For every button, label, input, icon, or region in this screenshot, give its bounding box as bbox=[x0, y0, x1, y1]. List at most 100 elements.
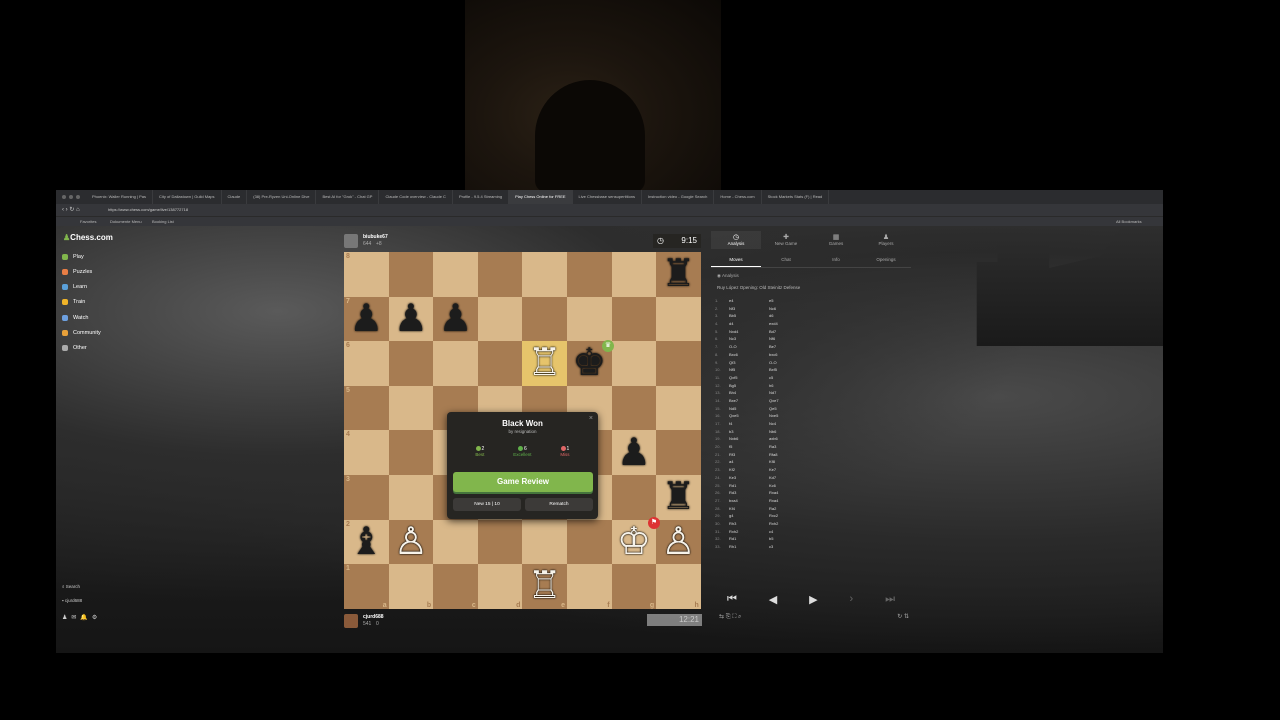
move-row[interactable]: 9. Qf3 O-O bbox=[715, 359, 905, 367]
square-b7[interactable]: ♟ bbox=[388, 296, 434, 342]
move-san[interactable]: Rd3 bbox=[729, 489, 769, 497]
prev-move-button[interactable]: ◀ bbox=[769, 593, 777, 606]
move-san[interactable]: Nc6 bbox=[769, 305, 809, 313]
move-row[interactable]: 4. d4 exd4 bbox=[715, 320, 905, 328]
sidebar-item-watch[interactable]: Watch bbox=[62, 315, 88, 321]
sidebar-bottom-icons[interactable]: ♟✉🔔⚙ bbox=[62, 614, 101, 621]
move-san[interactable]: Qxe5 bbox=[729, 412, 769, 420]
move-san[interactable]: bxa4 bbox=[729, 497, 769, 505]
move-san[interactable]: Qxf5 bbox=[729, 374, 769, 382]
move-san[interactable]: Rxa4 bbox=[769, 497, 809, 505]
analysis-toggle[interactable]: ◉ Analysis bbox=[717, 273, 739, 279]
window-controls[interactable] bbox=[62, 195, 80, 199]
square-c2[interactable] bbox=[433, 519, 478, 565]
black-piece-icon[interactable]: ♜ bbox=[661, 255, 695, 293]
move-san[interactable]: f5 bbox=[729, 443, 769, 451]
move-san[interactable]: Nc3 bbox=[729, 335, 769, 343]
move-san[interactable]: c5 bbox=[769, 374, 809, 382]
move-san[interactable]: e5 bbox=[769, 297, 809, 305]
white-piece-icon[interactable]: ♖ bbox=[528, 344, 562, 382]
tab-chat[interactable]: Chat bbox=[761, 253, 811, 267]
move-row[interactable]: 17. f4 Nc4 bbox=[715, 420, 905, 428]
move-san[interactable]: b5 bbox=[769, 535, 809, 543]
move-san[interactable]: Bxf5 bbox=[769, 366, 809, 374]
move-row[interactable]: 13. Bh4 Nd7 bbox=[715, 389, 905, 397]
move-san[interactable]: axb6 bbox=[769, 435, 809, 443]
chess-logo[interactable]: ♟Chess.com bbox=[63, 233, 113, 242]
browser-tab[interactable]: Best AI for "Grok" - Chat GP bbox=[316, 190, 380, 204]
move-san[interactable]: c3 bbox=[769, 543, 809, 551]
square-d1[interactable]: d bbox=[477, 564, 523, 609]
move-san[interactable]: Rd1 bbox=[729, 482, 769, 490]
square-f1[interactable]: f bbox=[566, 564, 612, 609]
sidebar-item-learn[interactable]: Learn bbox=[62, 284, 87, 290]
address-bar[interactable]: ‹ › ↻ ⌂ https://www.chess.com/game/live/… bbox=[56, 204, 1163, 216]
square-e6[interactable]: ♖ bbox=[522, 341, 567, 386]
bookmark-item[interactable]: Favorites bbox=[80, 219, 96, 224]
square-c8[interactable] bbox=[433, 252, 478, 297]
move-san[interactable]: Nc4 bbox=[769, 420, 809, 428]
url-text[interactable]: https://www.chess.com/game/live/13877271… bbox=[108, 207, 188, 212]
square-f7[interactable] bbox=[566, 296, 612, 342]
move-san[interactable]: Ra2 bbox=[769, 505, 809, 513]
move-san[interactable]: Bxe7 bbox=[729, 397, 769, 405]
move-san[interactable]: exd4 bbox=[769, 320, 809, 328]
move-row[interactable]: 31. Rxh2 c4 bbox=[715, 528, 905, 536]
move-san[interactable]: Qe5 bbox=[769, 405, 809, 413]
move-row[interactable]: 3. Bb5 d6 bbox=[715, 312, 905, 320]
square-d6[interactable] bbox=[477, 341, 523, 386]
move-row[interactable]: 32. Rd1 b5 bbox=[715, 535, 905, 543]
move-row[interactable]: 23. Kf2 Ke7 bbox=[715, 466, 905, 474]
move-san[interactable]: Rh3 bbox=[729, 520, 769, 528]
move-san[interactable]: Rxh2 bbox=[769, 520, 809, 528]
move-san[interactable]: Kf2 bbox=[729, 466, 769, 474]
move-row[interactable]: 19. Nxb6 axb6 bbox=[715, 435, 905, 443]
new-game-button[interactable]: New 15 | 10 bbox=[453, 498, 521, 511]
sidebar-item-puzzles[interactable]: Puzzles bbox=[62, 269, 92, 275]
move-san[interactable]: Be7 bbox=[769, 343, 809, 351]
top-player-name[interactable]: biubuke67 bbox=[363, 234, 388, 240]
move-san[interactable]: Rd1 bbox=[729, 535, 769, 543]
move-row[interactable]: 7. O-O Be7 bbox=[715, 343, 905, 351]
black-piece-icon[interactable]: ♟ bbox=[394, 300, 428, 338]
game-review-button[interactable]: Game Review bbox=[453, 472, 593, 492]
square-f8[interactable] bbox=[566, 252, 612, 297]
square-a6[interactable]: 6 bbox=[344, 341, 389, 386]
square-e8[interactable] bbox=[522, 252, 567, 297]
move-san[interactable]: O-O bbox=[769, 359, 809, 367]
move-san[interactable]: Kf8 bbox=[769, 458, 809, 466]
square-d2[interactable] bbox=[477, 519, 523, 565]
square-b2[interactable]: ♙ bbox=[388, 519, 434, 565]
move-san[interactable]: Bxc6 bbox=[729, 351, 769, 359]
square-a5[interactable]: 5 bbox=[344, 385, 389, 431]
square-b6[interactable] bbox=[388, 341, 434, 386]
move-row[interactable]: 27. bxa4 Rxa4 bbox=[715, 497, 905, 505]
square-b1[interactable]: b bbox=[388, 564, 434, 609]
maximize-window-icon[interactable] bbox=[76, 195, 80, 199]
rematch-button[interactable]: Rematch bbox=[525, 498, 593, 511]
move-san[interactable]: Ke3 bbox=[729, 474, 769, 482]
move-row[interactable]: 6. Nc3 Nf6 bbox=[715, 335, 905, 343]
move-san[interactable]: Rxh2 bbox=[729, 528, 769, 536]
move-san[interactable]: f4 bbox=[729, 420, 769, 428]
move-san[interactable]: Bh4 bbox=[729, 389, 769, 397]
move-row[interactable]: 10. Nf5 Bxf5 bbox=[715, 366, 905, 374]
move-san[interactable]: Kd7 bbox=[769, 474, 809, 482]
square-b5[interactable] bbox=[388, 385, 434, 431]
move-san[interactable]: b3 bbox=[729, 428, 769, 436]
sidebar-item-train[interactable]: Train bbox=[62, 299, 85, 305]
black-piece-icon[interactable]: ♟ bbox=[438, 300, 472, 338]
flip-board-icon[interactable]: ↻ ⇅ bbox=[897, 613, 909, 620]
square-g1[interactable]: g bbox=[611, 564, 657, 609]
move-san[interactable]: Bg5 bbox=[729, 382, 769, 390]
move-row[interactable]: 25. Rd1 Kc6 bbox=[715, 482, 905, 490]
sidebar-item-play[interactable]: Play bbox=[62, 254, 84, 260]
square-h5[interactable] bbox=[656, 385, 701, 431]
square-g5[interactable] bbox=[611, 385, 657, 431]
move-san[interactable]: Nd7 bbox=[769, 389, 809, 397]
square-b8[interactable] bbox=[388, 252, 434, 297]
black-piece-icon[interactable]: ♜ bbox=[661, 478, 695, 516]
tab-info[interactable]: Info bbox=[811, 253, 861, 267]
move-san[interactable]: O-O bbox=[729, 343, 769, 351]
panel-tools[interactable]: ⇆ ⎘ ⛶ ⌕ ↻ ⇅ bbox=[719, 613, 909, 621]
